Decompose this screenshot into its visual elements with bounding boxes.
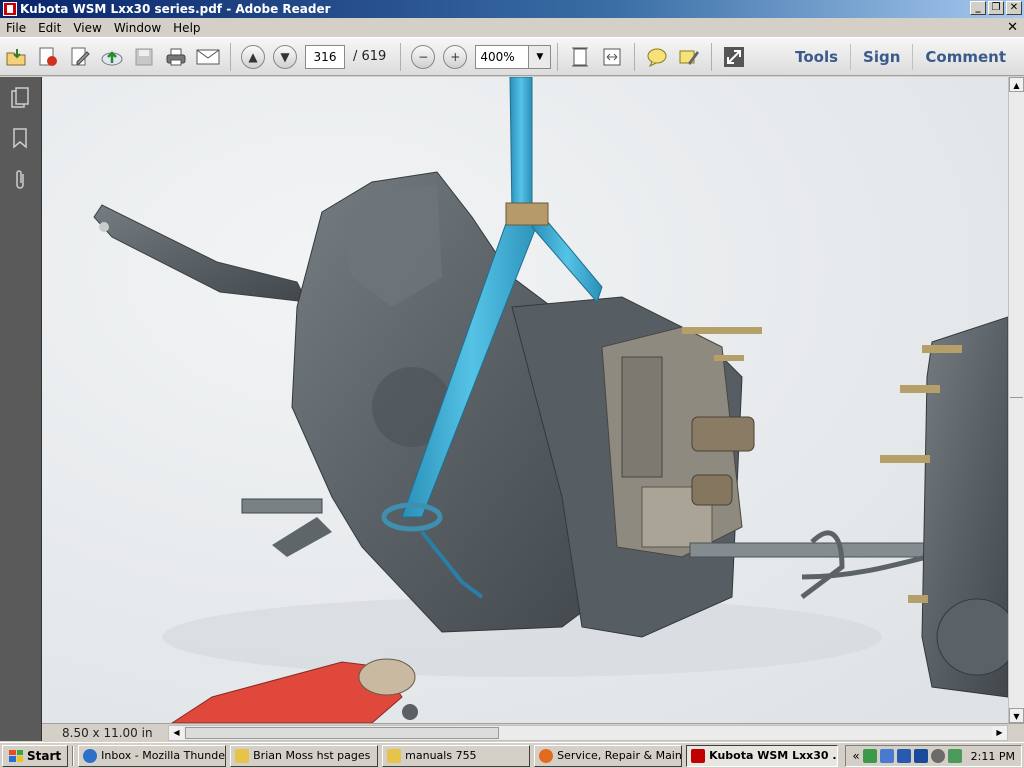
tools-link[interactable]: Tools (783, 48, 850, 66)
toolbar-separator (400, 42, 402, 71)
toolbar-separator (634, 42, 636, 71)
windows-logo-icon (9, 749, 23, 762)
security-icon[interactable] (896, 749, 911, 763)
scroll-left-icon[interactable]: ◀ (169, 726, 184, 740)
highlight-icon[interactable] (676, 44, 702, 70)
menu-file[interactable]: File (0, 21, 32, 35)
window-title: Kubota WSM Lxx30 series.pdf - Adobe Read… (20, 2, 331, 16)
page-total: / 619 (353, 49, 387, 64)
window-controls: _ ❐ ✕ (970, 1, 1022, 15)
status-bar: 8.50 x 11.00 in ◀ ▶ (42, 723, 1024, 741)
vertical-scrollbar[interactable]: ▲ ▼ (1008, 77, 1024, 723)
taskbar-separator (72, 745, 75, 766)
vertical-scroll-thumb[interactable] (1010, 397, 1023, 409)
bookmarks-icon[interactable] (8, 125, 32, 151)
task-firefox[interactable]: Service, Repair & Main... (534, 744, 683, 767)
email-icon[interactable] (195, 44, 221, 70)
toolbar: ▲ ▼ 316 / 619 − + 400% ▼ Tools Sign Comm… (0, 38, 1024, 76)
close-document-button[interactable]: ✕ (1007, 20, 1018, 35)
document-view[interactable] (42, 77, 1008, 723)
task-adobe-reader[interactable]: Kubota WSM Lxx30 ... (686, 744, 839, 767)
task-thunderbird[interactable]: Inbox - Mozilla Thunde... (78, 744, 227, 767)
chevron-down-icon[interactable]: ▼ (528, 45, 551, 68)
save-icon[interactable] (131, 44, 157, 70)
toolbar-separator (711, 42, 713, 71)
zoom-out-icon[interactable]: − (411, 44, 436, 69)
menu-bar: File Edit View Window Help ✕ (0, 18, 1024, 38)
page-size-label: 8.50 x 11.00 in (62, 725, 153, 740)
taskbar: Start Inbox - Mozilla Thunde... Brian Mo… (0, 742, 1024, 768)
page-number-input[interactable]: 316 (305, 44, 345, 69)
adobe-reader-icon (3, 2, 17, 16)
horizontal-scrollbar[interactable]: ◀ ▶ (168, 725, 1008, 741)
monitor-icon[interactable] (879, 749, 894, 763)
page-thumbnails-icon[interactable] (8, 85, 32, 111)
comment-link[interactable]: Comment (913, 48, 1018, 66)
toolbar-separator (230, 42, 231, 71)
edit-icon[interactable] (67, 44, 93, 70)
toolbar-panels: Tools Sign Comment (783, 38, 1018, 76)
folder-icon (387, 748, 402, 763)
comment-icon[interactable] (644, 44, 670, 70)
horizontal-scroll-thumb[interactable] (185, 727, 499, 739)
system-tray: « 2:11 PM (845, 745, 1022, 767)
zoom-select[interactable]: 400% ▼ (475, 44, 552, 69)
menu-help[interactable]: Help (167, 21, 206, 35)
network-icon[interactable] (862, 749, 877, 763)
task-label: Kubota WSM Lxx30 ... (709, 749, 839, 762)
folder-icon (235, 748, 250, 763)
create-pdf-icon[interactable] (35, 44, 61, 70)
messenger-icon[interactable] (913, 749, 928, 763)
menu-edit[interactable]: Edit (32, 21, 67, 35)
open-icon[interactable] (3, 44, 29, 70)
attachments-icon[interactable] (8, 167, 32, 193)
thunderbird-icon (83, 748, 98, 763)
scroll-up-icon[interactable]: ▲ (1009, 77, 1024, 92)
task-label: Brian Moss hst pages (253, 749, 371, 762)
adobe-reader-icon (691, 748, 706, 763)
document-photo (42, 77, 1008, 723)
start-button[interactable]: Start (2, 744, 69, 767)
toolbar-separator (557, 42, 559, 71)
minimize-button[interactable]: _ (970, 1, 986, 15)
restore-button[interactable]: ❐ (988, 1, 1004, 15)
update-icon[interactable] (947, 749, 962, 763)
upload-icon[interactable] (99, 44, 125, 70)
menu-window[interactable]: Window (108, 21, 167, 35)
task-label: Service, Repair & Main... (557, 749, 683, 762)
navigation-pane (0, 77, 42, 741)
firefox-icon (539, 748, 554, 763)
next-page-icon[interactable]: ▼ (273, 44, 297, 69)
tray-expand-icon[interactable]: « (852, 749, 859, 763)
prev-page-icon[interactable]: ▲ (241, 44, 265, 69)
title-bar: Kubota WSM Lxx30 series.pdf - Adobe Read… (0, 0, 1024, 18)
zoom-value[interactable]: 400% (476, 46, 528, 68)
fit-page-icon[interactable] (567, 44, 593, 70)
task-folder-brian-moss[interactable]: Brian Moss hst pages (230, 744, 379, 767)
clock[interactable]: 2:11 PM (971, 750, 1015, 763)
start-label: Start (27, 748, 62, 763)
volume-icon[interactable] (930, 749, 945, 763)
fit-width-icon[interactable] (599, 44, 625, 70)
scroll-down-icon[interactable]: ▼ (1009, 708, 1024, 723)
close-button[interactable]: ✕ (1006, 1, 1022, 15)
task-label: manuals 755 (405, 749, 477, 762)
zoom-in-icon[interactable]: + (443, 44, 468, 69)
sign-link[interactable]: Sign (851, 48, 912, 66)
scroll-right-icon[interactable]: ▶ (992, 726, 1007, 740)
task-label: Inbox - Mozilla Thunde... (101, 749, 227, 762)
menu-view[interactable]: View (67, 21, 107, 35)
task-folder-manuals[interactable]: manuals 755 (382, 744, 531, 767)
fullscreen-icon[interactable] (721, 44, 747, 70)
print-icon[interactable] (163, 44, 189, 70)
